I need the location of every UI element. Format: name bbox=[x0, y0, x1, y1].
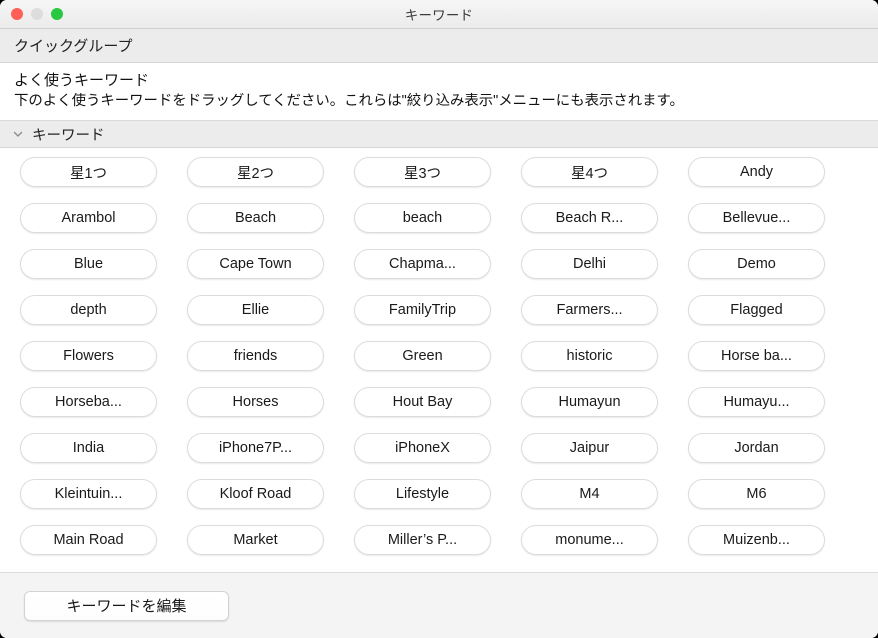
keyword-pill[interactable]: Muizenb... bbox=[688, 525, 825, 555]
edit-keywords-button[interactable]: キーワードを編集 bbox=[24, 590, 229, 621]
keyword-pill[interactable]: Ellie bbox=[187, 295, 324, 325]
keyword-pill[interactable]: Green bbox=[354, 341, 491, 371]
keyword-grid: 星1つ 星2つ 星3つ 星4つ Andy Arambol Beach beach Beach R… bbox=[0, 157, 878, 555]
keyword-pill[interactable]: friends bbox=[187, 341, 324, 371]
keyword-pill[interactable]: Blue bbox=[20, 249, 157, 279]
zoom-window-button[interactable] bbox=[51, 8, 63, 20]
keyword-pill[interactable]: Beach R... bbox=[521, 203, 658, 233]
quick-group-header: クイックグループ bbox=[0, 29, 878, 63]
keyword-pill[interactable]: Lifestyle bbox=[354, 479, 491, 509]
keyword-pill[interactable]: Jaipur bbox=[521, 433, 658, 463]
keyword-pill[interactable]: Miller’s P... bbox=[354, 525, 491, 555]
keyword-pill[interactable]: Humayun bbox=[521, 387, 658, 417]
keyword-pill[interactable]: iPhone7P... bbox=[187, 433, 324, 463]
close-window-button[interactable] bbox=[11, 8, 23, 20]
keyword-pill[interactable]: Delhi bbox=[521, 249, 658, 279]
description-block: よく使うキーワード 下のよく使うキーワードをドラッグしてください。これらは"絞り… bbox=[0, 63, 878, 120]
keyword-pill[interactable]: Demo bbox=[688, 249, 825, 279]
keyword-pill[interactable]: historic bbox=[521, 341, 658, 371]
quick-group-label: クイックグループ bbox=[14, 38, 133, 55]
keyword-pill[interactable]: Bellevue... bbox=[688, 203, 825, 233]
minimize-window-button[interactable] bbox=[31, 8, 43, 20]
keyword-pill[interactable]: FamilyTrip bbox=[354, 295, 491, 325]
keyword-pill[interactable]: Flagged bbox=[688, 295, 825, 325]
keyword-pill[interactable]: M6 bbox=[688, 479, 825, 509]
keyword-pill[interactable]: India bbox=[20, 433, 157, 463]
keyword-pill[interactable]: Horses bbox=[187, 387, 324, 417]
keyword-section-label: キーワード bbox=[32, 127, 105, 144]
keyword-section-header[interactable]: キーワード bbox=[0, 120, 878, 148]
window-footer: キーワードを編集 bbox=[0, 572, 878, 638]
keyword-pill[interactable]: M4 bbox=[521, 479, 658, 509]
description-body: 下のよく使うキーワードをドラッグしてください。これらは"絞り込み表示"メニューに… bbox=[14, 93, 684, 109]
keyword-pill[interactable]: Farmers... bbox=[521, 295, 658, 325]
keyword-pill[interactable]: monume... bbox=[521, 525, 658, 555]
keyword-pill[interactable]: iPhoneX bbox=[354, 433, 491, 463]
keyword-pill[interactable]: Kloof Road bbox=[187, 479, 324, 509]
keyword-pill[interactable]: Beach bbox=[187, 203, 324, 233]
keyword-pill[interactable]: Market bbox=[187, 525, 324, 555]
traffic-light-group bbox=[11, 0, 63, 28]
description-title: よく使うキーワード bbox=[14, 72, 150, 89]
chevron-down-icon[interactable] bbox=[12, 128, 24, 140]
keyword-pill[interactable]: Horse ba... bbox=[688, 341, 825, 371]
keyword-pill[interactable]: Kleintuin... bbox=[20, 479, 157, 509]
keyword-pill[interactable]: Andy bbox=[688, 157, 825, 187]
keyword-pill[interactable]: Horseba... bbox=[20, 387, 157, 417]
window-title: キーワード bbox=[404, 8, 474, 23]
keyword-pill[interactable]: 星4つ bbox=[521, 157, 658, 187]
keyword-pill[interactable]: 星1つ bbox=[20, 157, 157, 187]
keyword-pill[interactable]: Humayu... bbox=[688, 387, 825, 417]
keyword-pill[interactable]: 星2つ bbox=[187, 157, 324, 187]
window-titlebar: キーワード bbox=[0, 0, 878, 29]
keyword-pill[interactable]: Hout Bay bbox=[354, 387, 491, 417]
keyword-pill[interactable]: Jordan bbox=[688, 433, 825, 463]
keyword-pill[interactable]: depth bbox=[20, 295, 157, 325]
keyword-pill[interactable]: 星3つ bbox=[354, 157, 491, 187]
keyword-pill[interactable]: Main Road bbox=[20, 525, 157, 555]
keyword-grid-area: 星1つ 星2つ 星3つ 星4つ Andy Arambol Beach beach Beach R… bbox=[0, 148, 878, 572]
keyword-pill[interactable]: Chapma... bbox=[354, 249, 491, 279]
keyword-pill[interactable]: Cape Town bbox=[187, 249, 324, 279]
keyword-window: キーワード クイックグループ よく使うキーワード 下のよく使うキーワードをドラッ… bbox=[0, 0, 878, 638]
keyword-pill[interactable]: beach bbox=[354, 203, 491, 233]
keyword-pill[interactable]: Arambol bbox=[20, 203, 157, 233]
keyword-pill[interactable]: Flowers bbox=[20, 341, 157, 371]
